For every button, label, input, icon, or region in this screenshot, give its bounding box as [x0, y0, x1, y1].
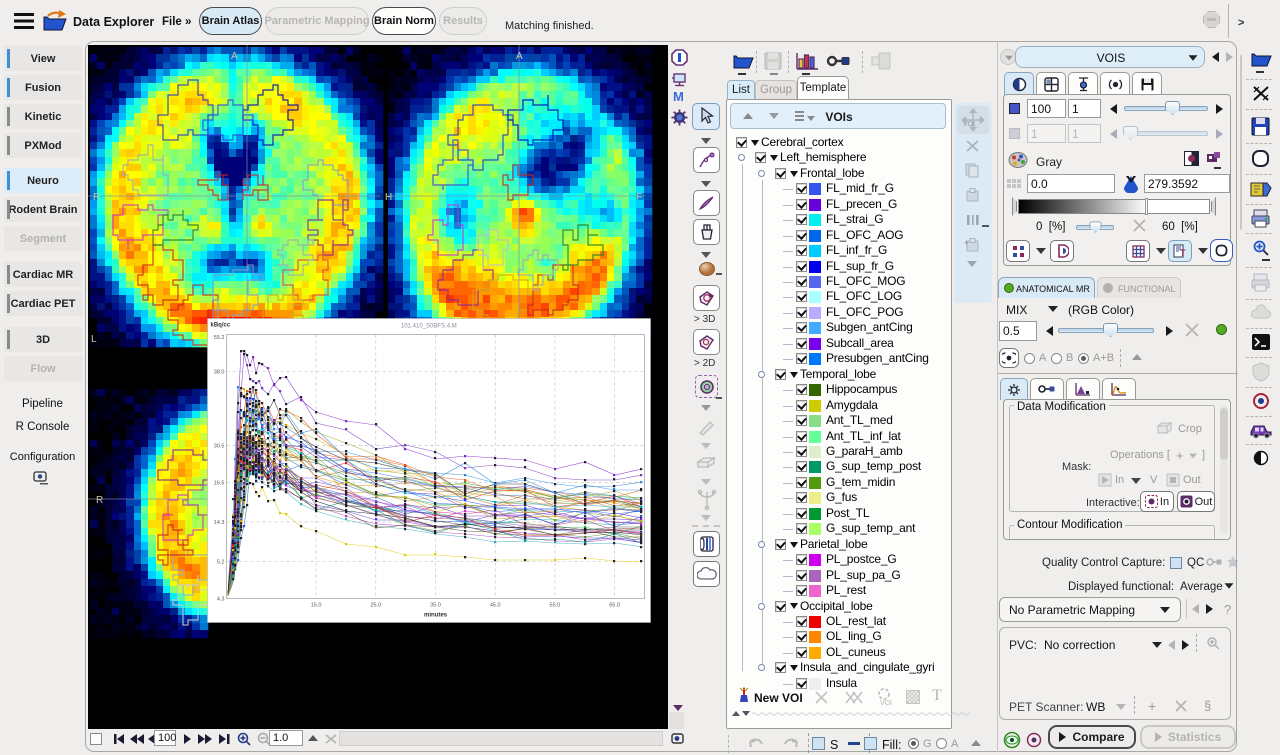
- svg-text:L: L: [91, 334, 97, 345]
- svg-text:R: R: [93, 192, 100, 203]
- svg-text:45.0: 45.0: [490, 603, 501, 609]
- svg-text:38.0: 38.0: [214, 370, 225, 376]
- svg-text:14.3: 14.3: [214, 520, 225, 526]
- svg-text:5.2: 5.2: [217, 560, 225, 566]
- svg-text:T: T: [1180, 248, 1186, 258]
- svg-text:L: L: [357, 192, 363, 203]
- svg-text:VOI: VOI: [880, 700, 892, 707]
- svg-text:4.3: 4.3: [217, 597, 225, 603]
- svg-text:H: H: [385, 192, 392, 203]
- svg-text:R: R: [96, 495, 103, 506]
- svg-text:A: A: [516, 51, 523, 62]
- svg-text:25.0: 25.0: [370, 603, 381, 609]
- svg-text:15.0: 15.0: [311, 603, 322, 609]
- svg-text:A: A: [231, 51, 238, 62]
- svg-text:35.0: 35.0: [430, 603, 441, 609]
- svg-text:minutes: minutes: [424, 613, 448, 619]
- svg-text:55.0: 55.0: [550, 603, 561, 609]
- svg-text:kBq/cc: kBq/cc: [211, 323, 231, 329]
- svg-text:101.410_S0BFS.4.M: 101.410_S0BFS.4.M: [401, 324, 457, 330]
- svg-text:65.0: 65.0: [609, 603, 620, 609]
- svg-text:F: F: [636, 192, 642, 203]
- svg-text:55.2: 55.2: [214, 335, 225, 341]
- svg-text:+: +: [964, 238, 969, 247]
- svg-text:30.5: 30.5: [214, 443, 225, 449]
- svg-text:16.5: 16.5: [214, 480, 225, 486]
